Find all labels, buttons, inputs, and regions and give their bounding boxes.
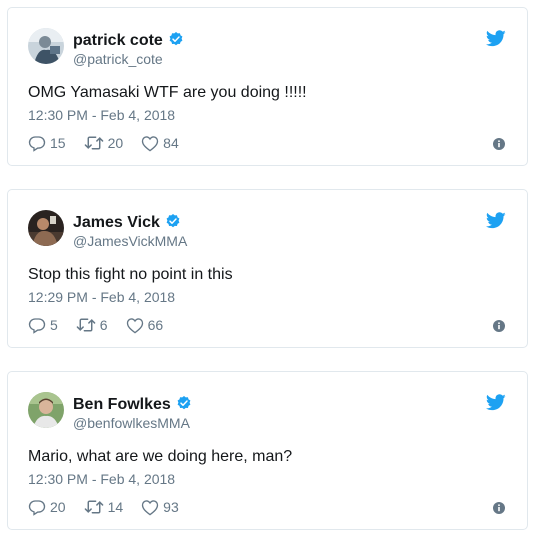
timestamp[interactable]: 12:30 PM - Feb 4, 2018 [28, 471, 175, 487]
like-icon [141, 135, 159, 151]
like-count: 66 [147, 317, 164, 333]
handle[interactable]: @benfowlkesMMA [73, 415, 190, 431]
tweet-actions: 15 20 84 [28, 134, 197, 152]
like-button[interactable]: 84 [141, 135, 179, 152]
display-name[interactable]: James Vick [73, 213, 181, 232]
timestamp[interactable]: 12:29 PM - Feb 4, 2018 [28, 289, 175, 305]
retweet-icon [84, 500, 103, 514]
retweet-count: 14 [107, 499, 124, 515]
retweet-button[interactable]: 14 [84, 498, 124, 516]
reply-icon [28, 318, 46, 334]
avatar-image [28, 210, 64, 246]
reply-icon [28, 136, 46, 152]
avatar-image [28, 392, 64, 428]
twitter-bird-icon[interactable] [486, 30, 506, 47]
tweet-text: Mario, what are we doing here, man? [28, 448, 293, 465]
handle[interactable]: @patrick_cote [73, 51, 163, 67]
verified-badge-icon [169, 32, 183, 46]
reply-button[interactable]: 20 [28, 498, 66, 516]
retweet-button[interactable]: 6 [76, 316, 108, 334]
display-name-text: James Vick [73, 214, 160, 231]
reply-button[interactable]: 15 [28, 134, 66, 152]
reply-count: 15 [50, 135, 66, 151]
reply-icon [28, 500, 46, 516]
like-button[interactable]: 66 [126, 317, 164, 334]
info-icon[interactable] [493, 138, 505, 150]
like-icon [141, 499, 159, 515]
avatar[interactable] [28, 392, 64, 428]
like-count: 84 [163, 135, 179, 151]
tweet-card[interactable]: Ben Fowlkes @benfowlkesMMA Mario, what a… [7, 371, 528, 530]
display-name-text: Ben Fowlkes [73, 396, 171, 413]
avatar[interactable] [28, 210, 64, 246]
like-count: 93 [163, 499, 179, 515]
timestamp[interactable]: 12:30 PM - Feb 4, 2018 [28, 107, 175, 123]
avatar[interactable] [28, 28, 64, 64]
display-name[interactable]: Ben Fowlkes [73, 395, 192, 414]
info-icon[interactable] [493, 320, 505, 332]
info-icon[interactable] [493, 502, 505, 514]
retweet-button[interactable]: 20 [84, 134, 124, 152]
tweet-actions: 20 14 93 [28, 498, 197, 516]
verified-badge-icon [166, 214, 180, 228]
retweet-count: 6 [99, 317, 108, 333]
reply-button[interactable]: 5 [28, 316, 58, 334]
retweet-icon [76, 318, 96, 332]
like-button[interactable]: 93 [141, 499, 179, 516]
twitter-bird-icon[interactable] [486, 394, 506, 411]
retweet-icon [84, 136, 103, 150]
twitter-bird-icon[interactable] [486, 212, 506, 229]
verified-badge-icon [177, 396, 191, 410]
reply-count: 20 [50, 499, 66, 515]
handle[interactable]: @JamesVickMMA [73, 233, 187, 249]
tweet-text: Stop this fight no point in this [28, 266, 233, 283]
tweet-card[interactable]: patrick cote @patrick_cote OMG Yamasaki … [7, 7, 528, 166]
display-name[interactable]: patrick cote [73, 31, 184, 50]
tweet-card[interactable]: James Vick @JamesVickMMA Stop this fight… [7, 189, 528, 348]
tweet-text: OMG Yamasaki WTF are you doing !!!!! [28, 84, 307, 101]
like-icon [126, 317, 143, 333]
reply-count: 5 [50, 317, 58, 333]
tweet-actions: 5 6 66 [28, 316, 181, 334]
avatar-image [28, 28, 64, 64]
retweet-count: 20 [107, 135, 124, 151]
display-name-text: patrick cote [73, 32, 163, 49]
